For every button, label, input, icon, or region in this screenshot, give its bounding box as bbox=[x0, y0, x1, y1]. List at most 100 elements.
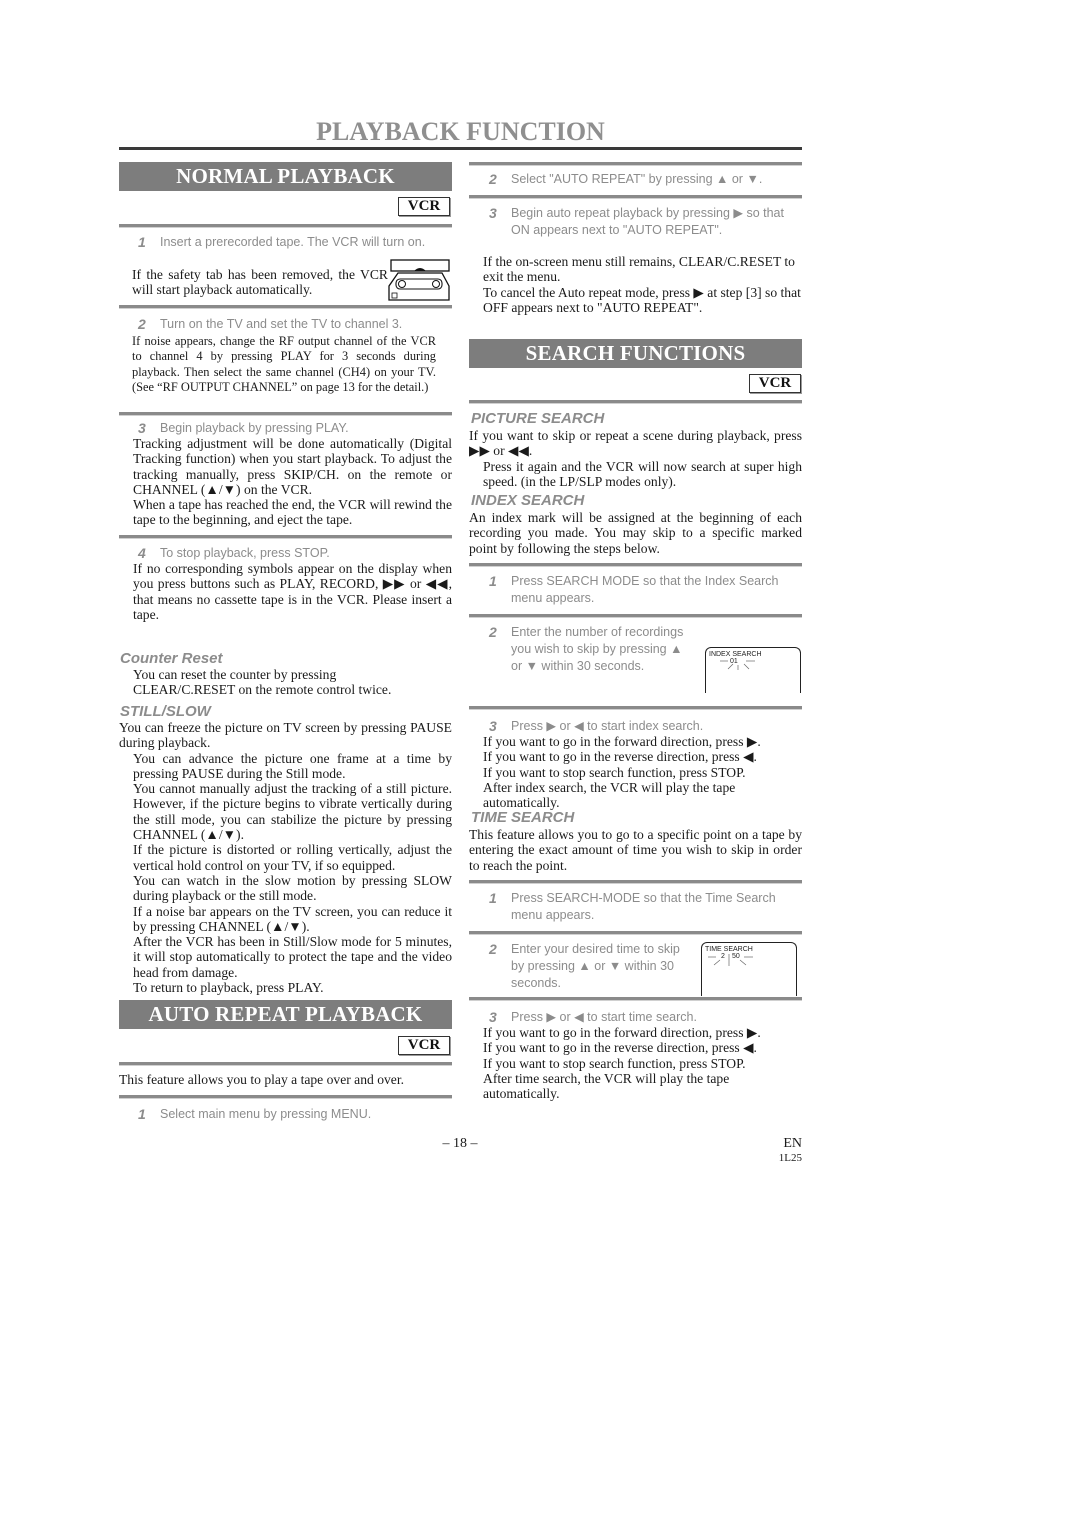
step-number: 3 bbox=[138, 420, 146, 436]
auto-repeat-note: If the on-screen menu still remains, CLE… bbox=[483, 254, 795, 285]
divider bbox=[469, 880, 802, 884]
step-text: Press ▶ or ◀ to start index search. bbox=[511, 719, 704, 733]
step-number: 2 bbox=[138, 316, 146, 332]
step-number: 3 bbox=[489, 205, 497, 221]
still-slow-note: If the picture is distorted or rolling v… bbox=[133, 842, 452, 873]
step-number: 2 bbox=[489, 941, 497, 957]
step-text: Select "AUTO REPEAT" by pressing ▲ or ▼. bbox=[511, 172, 763, 186]
auto-repeat-note: To cancel the Auto repeat mode, press ▶ … bbox=[483, 284, 801, 315]
index-search-heading: INDEX SEARCH bbox=[471, 492, 585, 509]
divider bbox=[469, 931, 802, 935]
time-search-note: After time search, the VCR will play the… bbox=[483, 1070, 730, 1102]
page-title: PLAYBACK FUNCTION bbox=[316, 117, 605, 146]
step-text: Press SEARCH MODE so that the Index Sear… bbox=[511, 574, 779, 605]
counter-reset-line: CLEAR/C.RESET on the remote control twic… bbox=[133, 682, 392, 698]
step-3-paragraph: Tracking adjustment will be done automat… bbox=[133, 436, 452, 497]
divider bbox=[119, 535, 452, 539]
title-rule bbox=[119, 147, 802, 150]
time-search-screen: TIME SEARCH 2 50 bbox=[701, 942, 797, 996]
still-slow-lead: You can freeze the picture on TV screen … bbox=[119, 720, 452, 751]
step-text: Insert a prerecorded tape. The VCR will … bbox=[160, 235, 426, 249]
step-number: 2 bbox=[489, 624, 497, 640]
picture-search-note: Press it again and the VCR will now sear… bbox=[483, 458, 802, 489]
still-slow-note: If a noise bar appears on the TV screen,… bbox=[133, 903, 452, 934]
step-text: Enter your desired time to skip by press… bbox=[511, 942, 680, 990]
vcr-badge: VCR bbox=[749, 374, 801, 393]
divider bbox=[469, 706, 802, 710]
index-search-note: If you want to go in the reverse directi… bbox=[483, 749, 757, 765]
divider bbox=[119, 224, 452, 228]
divider bbox=[469, 997, 802, 1001]
picture-search-heading: PICTURE SEARCH bbox=[471, 410, 605, 427]
step-text: Begin playback by pressing PLAY. bbox=[160, 421, 349, 435]
counter-reset-heading: Counter Reset bbox=[120, 650, 223, 667]
step-1-body: If the safety tab has been removed, the … bbox=[132, 267, 388, 298]
index-search-lead: An index mark will be assigned at the be… bbox=[469, 510, 802, 556]
still-slow-note: You can watch in the slow motion by pres… bbox=[133, 872, 452, 904]
step-3-paragraph: When a tape has reached the end, the VCR… bbox=[133, 497, 452, 528]
divider bbox=[469, 563, 802, 567]
step-number: 1 bbox=[489, 573, 497, 589]
still-slow-heading: STILL/SLOW bbox=[120, 703, 211, 720]
index-search-note: After index search, the VCR will play th… bbox=[483, 779, 736, 811]
divider bbox=[119, 1095, 452, 1099]
counter-reset-line: You can reset the counter by pressing bbox=[133, 667, 337, 682]
step-3: 3 Begin playback by pressing PLAY. bbox=[138, 420, 448, 437]
step-text: To stop playback, press STOP. bbox=[160, 546, 330, 560]
cassette-tape-icon bbox=[388, 259, 450, 301]
step-3-body: Tracking adjustment will be done automat… bbox=[133, 436, 452, 528]
auto-repeat-intro: This feature allows you to play a tape o… bbox=[119, 1072, 404, 1087]
language-code: EN bbox=[783, 1136, 802, 1151]
time-search-heading: TIME SEARCH bbox=[471, 809, 575, 826]
step-1: 1 Insert a prerecorded tape. The VCR wil… bbox=[138, 234, 438, 251]
time-search-notes: If you want to go in the forward directi… bbox=[483, 1025, 802, 1101]
auto-repeat-heading: AUTO REPEAT PLAYBACK bbox=[119, 1000, 452, 1029]
index-search-screen: INDEX SEARCH 01 bbox=[705, 647, 801, 693]
time-search-note: If you want to go in the forward directi… bbox=[483, 1025, 761, 1040]
step-3: 3 Press ▶ or ◀ to start index search. bbox=[489, 718, 789, 735]
step-number: 2 bbox=[489, 171, 497, 187]
divider bbox=[119, 305, 452, 309]
step-text: Select main menu by pressing MENU. bbox=[160, 1107, 372, 1121]
index-search-notes: If you want to go in the forward directi… bbox=[483, 734, 802, 810]
time-search-note: If you want to stop search function, pre… bbox=[483, 1055, 746, 1071]
vcr-badge: VCR bbox=[398, 1036, 450, 1055]
divider bbox=[469, 400, 802, 404]
counter-reset-body: You can reset the counter by pressing CL… bbox=[133, 667, 452, 698]
still-slow-note: After the VCR has been in Still/Slow mod… bbox=[133, 934, 452, 980]
index-search-note: If you want to go in the forward directi… bbox=[483, 734, 761, 749]
time-search-lead: This feature allows you to go to a speci… bbox=[469, 827, 802, 873]
step-4-body: If no corresponding symbols appear on th… bbox=[133, 561, 452, 622]
step-2: 2 Enter your desired time to skip by pre… bbox=[489, 941, 689, 992]
step-number: 4 bbox=[138, 545, 146, 561]
step-2-body: If noise appears, change the RF output c… bbox=[132, 334, 436, 394]
step-text: Begin auto repeat playback by pressing ▶… bbox=[511, 206, 784, 237]
step-1: 1 Select main menu by pressing MENU. bbox=[138, 1106, 448, 1123]
step-4: 4 To stop playback, press STOP. bbox=[138, 545, 448, 562]
divider bbox=[469, 614, 802, 618]
step-number: 1 bbox=[138, 1106, 146, 1122]
step-number: 1 bbox=[138, 234, 146, 250]
step-text: Press ▶ or ◀ to start time search. bbox=[511, 1010, 697, 1024]
step-number: 1 bbox=[489, 890, 497, 906]
search-functions-heading: SEARCH FUNCTIONS bbox=[469, 339, 802, 368]
page-number: – 18 – bbox=[442, 1136, 478, 1151]
step-number: 3 bbox=[489, 718, 497, 734]
still-slow-note: To return to playback, press PLAY. bbox=[133, 980, 324, 996]
time-search-note: If you want to go in the reverse directi… bbox=[483, 1040, 757, 1056]
step-2: 2 Turn on the TV and set the TV to chann… bbox=[138, 316, 448, 333]
step-text: Press SEARCH-MODE so that the Time Searc… bbox=[511, 891, 776, 922]
blink-indicator-icon bbox=[720, 660, 755, 670]
divider bbox=[469, 162, 802, 166]
normal-playback-heading: NORMAL PLAYBACK bbox=[119, 162, 452, 191]
step-3: 3 Begin auto repeat playback by pressing… bbox=[489, 205, 784, 239]
step-1: 1 Press SEARCH MODE so that the Index Se… bbox=[489, 573, 779, 607]
picture-search-lead: If you want to skip or repeat a scene du… bbox=[469, 428, 802, 459]
step-text: Turn on the TV and set the TV to channel… bbox=[160, 317, 403, 331]
step-3: 3 Press ▶ or ◀ to start time search. bbox=[489, 1009, 789, 1026]
divider bbox=[119, 1062, 452, 1066]
blink-indicator-icon bbox=[708, 954, 753, 966]
index-search-note: If you want to stop search function, pre… bbox=[483, 764, 746, 780]
divider bbox=[469, 195, 802, 199]
still-slow-body: You can freeze the picture on TV screen … bbox=[119, 720, 452, 995]
